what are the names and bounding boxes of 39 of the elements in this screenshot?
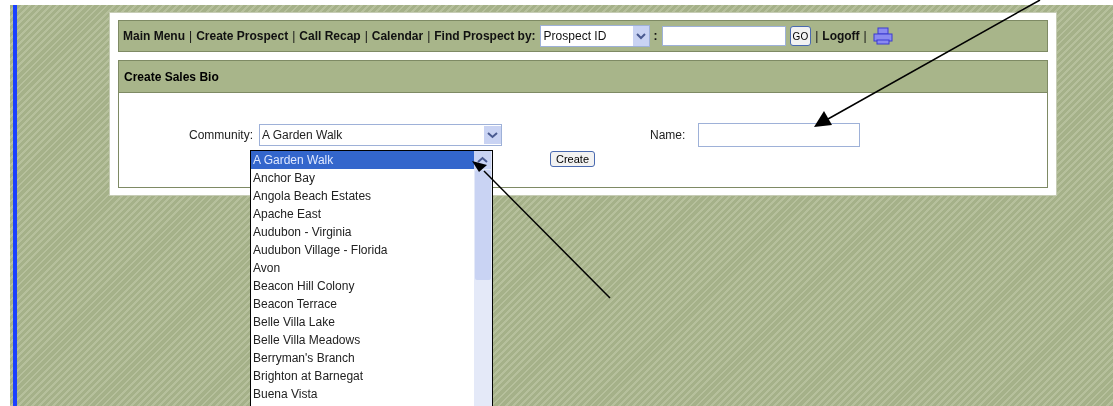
dropdown-option[interactable]: Beacon Terrace [251, 295, 474, 313]
separator: | [292, 29, 296, 43]
field-label: Name: [650, 128, 687, 142]
dropdown-option[interactable]: Beacon Hill Colony [251, 277, 474, 295]
nav-link[interactable]: Logoff [822, 29, 860, 43]
nav-link[interactable]: Main Menu [123, 29, 185, 43]
dropdown-option[interactable]: Berryman's Branch [251, 349, 474, 367]
community-dropdown[interactable]: A Garden Walk [259, 124, 502, 146]
dropdown-option[interactable]: Apache East [251, 205, 474, 223]
separator: | [863, 29, 867, 43]
dropdown-option[interactable]: Anchor Bay [251, 169, 474, 187]
separator: | [815, 29, 819, 43]
dropdown-option[interactable]: Brighton at Barnegat [251, 367, 474, 385]
nav-link[interactable]: Call Recap [299, 29, 361, 43]
dropdown-option[interactable]: Audubon - Virginia [251, 223, 474, 241]
dropdown-option[interactable]: Belle Villa Lake [251, 313, 474, 331]
section-title: Create Sales Bio [124, 69, 219, 84]
separator: | [189, 29, 193, 43]
separator: | [364, 29, 368, 43]
dropdown-option[interactable]: Belle Villa Meadows [251, 331, 474, 349]
dropdown-option[interactable]: Buena Vista [251, 385, 474, 403]
nav-link[interactable]: Calendar [371, 29, 424, 43]
scrollbar-thumb[interactable] [475, 170, 491, 280]
nav-label: Find Prospect by: [434, 29, 536, 43]
name-field[interactable] [698, 123, 860, 147]
search-type-dropdown[interactable]: Prospect ID [539, 25, 650, 47]
create-button[interactable]: Create [550, 151, 596, 167]
search-field[interactable] [661, 26, 786, 46]
nav-label: : [653, 29, 658, 43]
go-button[interactable]: GO [789, 26, 812, 46]
printer-icon[interactable] [872, 27, 893, 45]
dropdown-option[interactable]: Avon [251, 259, 474, 277]
nav-link[interactable]: Create Prospect [196, 29, 289, 43]
separator: | [427, 29, 431, 43]
field-label: Community: [188, 128, 254, 142]
scrollbar[interactable] [474, 151, 492, 406]
dropdown-option[interactable]: Angola Beach Estates [251, 187, 474, 205]
dropdown-option[interactable]: Audubon Village - Florida [251, 241, 474, 259]
dropdown-option[interactable]: A Garden Walk [251, 151, 474, 169]
